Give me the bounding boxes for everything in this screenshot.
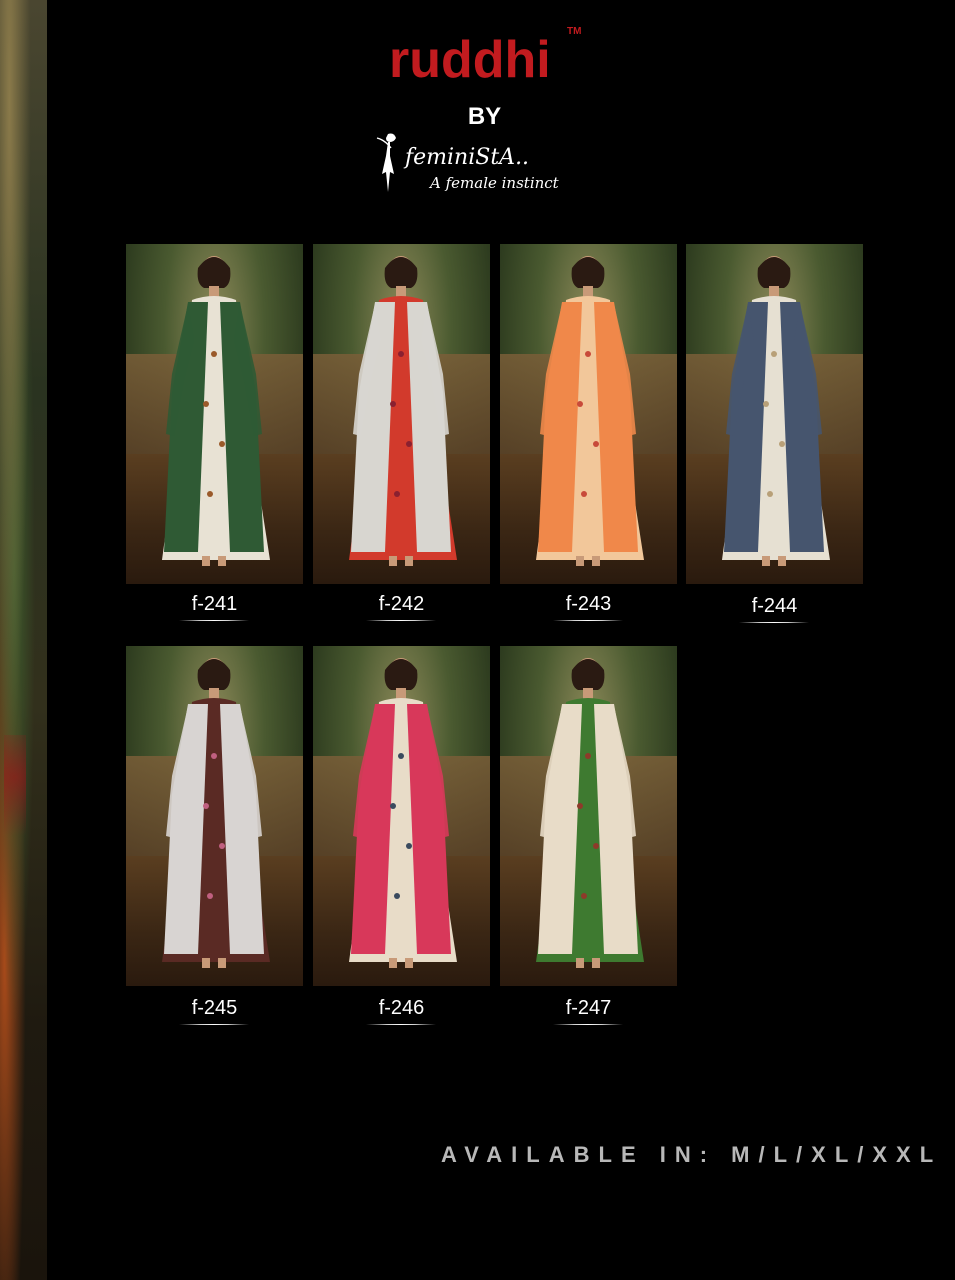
product-code: f-241: [191, 593, 238, 615]
model-figure: [536, 256, 644, 566]
by-text: BY: [467, 103, 502, 130]
product-image[interactable]: [500, 244, 677, 584]
model-figure: [722, 256, 830, 566]
model-figure: [536, 658, 644, 968]
product-code-underline: [553, 620, 623, 621]
available-sizes: AVAILABLE IN: M/L/XL/XXL: [441, 1142, 943, 1167]
woman-figure-icon: [376, 133, 396, 192]
product-image[interactable]: [500, 646, 677, 986]
product-image[interactable]: [313, 646, 490, 986]
feminista-tagline: A female instinct: [430, 174, 559, 192]
product-code-underline: [179, 1024, 249, 1025]
product-code-underline: [553, 1024, 623, 1025]
product-image[interactable]: [126, 244, 303, 584]
background-strip: [0, 0, 47, 1280]
product-code: f-242: [378, 593, 425, 615]
product-code: f-247: [565, 997, 612, 1019]
product-code: f-245: [191, 997, 238, 1019]
trademark-mark: TM: [567, 26, 582, 37]
product-code-underline: [739, 622, 809, 623]
product-image[interactable]: [313, 244, 490, 584]
product-code: f-244: [751, 595, 798, 617]
model-figure: [349, 256, 457, 566]
product-code: f-246: [378, 997, 425, 1019]
product-image[interactable]: [126, 646, 303, 986]
product-code: f-243: [565, 593, 612, 615]
product-code-underline: [366, 620, 436, 621]
feminista-logo: feminiStA..: [405, 145, 530, 170]
model-figure: [162, 658, 270, 968]
product-code-underline: [179, 620, 249, 621]
product-code-underline: [366, 1024, 436, 1025]
model-figure: [162, 256, 270, 566]
model-figure: [349, 658, 457, 968]
product-image[interactable]: [686, 244, 863, 584]
brand-logo: ruddhi: [389, 31, 551, 89]
